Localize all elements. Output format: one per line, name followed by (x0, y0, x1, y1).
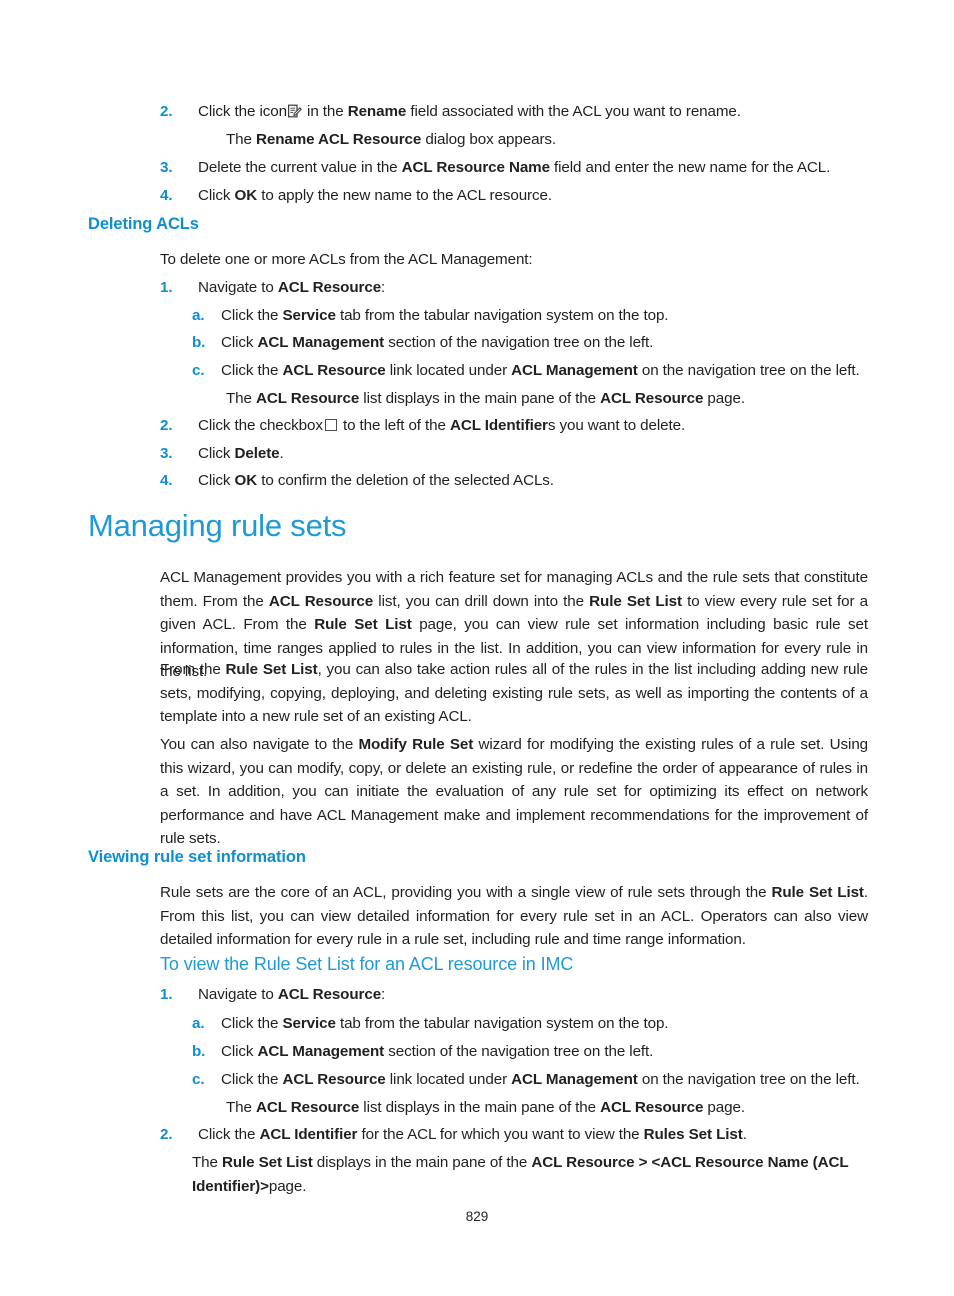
list-item-text: Click the ACL Resource link located unde… (221, 362, 860, 379)
paragraph-modify-wizard: You can also navigate to the Modify Rule… (160, 736, 869, 847)
list-marker: a. (192, 307, 205, 324)
page-title-managing-rule-sets: Managing rule sets (88, 508, 347, 543)
list-item: 4. Click OK to apply the new name to the… (160, 184, 868, 208)
list-item-text: Click the icon in the Rename field assoc… (198, 100, 741, 124)
list-item-text: Click the Service tab from the tabular n… (221, 1015, 669, 1032)
list-marker: 2. (160, 103, 173, 120)
ui-ref-acl-resource: ACL Resource (277, 279, 382, 296)
ui-ref-acl-resource: ACL Resource (277, 986, 382, 1003)
list-marker: 2. (160, 417, 173, 434)
ui-ref-acl-identifier: ACL Identifier (449, 417, 548, 434)
list-marker: 4. (160, 472, 173, 489)
edit-rename-icon (287, 103, 302, 118)
ui-ref-ok-button: OK (234, 472, 258, 489)
step-text-mid: in the (302, 103, 348, 120)
list-item: a. Click the Service tab from the tabula… (192, 304, 868, 328)
ui-ref-rule-set-list: Rule Set List (314, 616, 412, 633)
ui-ref-rule-set-list: Rule Set List (222, 1154, 313, 1171)
list-item: c. Click the ACL Resource link located u… (192, 1068, 868, 1092)
paragraph-actions: From the Rule Set List, you can also tak… (160, 661, 868, 725)
list-marker: 3. (160, 445, 173, 462)
ui-ref-acl-management: ACL Management (511, 362, 638, 379)
subsection-heading-view-rule-set-list: To view the Rule Set List for an ACL res… (160, 954, 574, 974)
ui-ref-rule-set-list: Rule Set List (225, 661, 318, 678)
list-item: 2. Click the ACL Identifier for the ACL … (160, 1123, 868, 1147)
ui-ref-rule-set-list: Rule Set List (771, 884, 864, 901)
list-item-text: Click OK to apply the new name to the AC… (198, 187, 552, 204)
ui-ref-service-tab: Service (282, 1015, 336, 1032)
ui-ref-rules-set-list: Rules Set List (643, 1126, 743, 1143)
ui-ref-rename-dialog: Rename ACL Resource (256, 131, 422, 148)
list-marker: 1. (160, 279, 173, 296)
list-item-text: Click the ACL Resource link located unde… (221, 1071, 860, 1088)
list-item: 2. Click the checkbox to the left of the… (160, 414, 868, 438)
step-result-text: The Rule Set List displays in the main p… (192, 1154, 849, 1195)
list-item-text: Click OK to confirm the deletion of the … (198, 472, 554, 489)
ui-ref-acl-resource: ACL Resource (268, 592, 374, 610)
ui-ref-acl-resource-name: ACL Resource Name (401, 159, 550, 176)
step-result-text: The ACL Resource list displays in the ma… (226, 1099, 745, 1116)
ui-ref-service-tab: Service (282, 307, 336, 324)
section-heading-deleting-acls: Deleting ACLs (88, 215, 199, 233)
ui-ref-acl-resource-page: ACL Resource (600, 390, 704, 407)
list-item: c. Click the ACL Resource link located u… (192, 359, 868, 383)
page-number: 829 (465, 1209, 489, 1224)
list-item-text: Click the checkbox to the left of the AC… (198, 417, 686, 434)
list-marker: b. (192, 1043, 206, 1060)
ui-ref-acl-management: ACL Management (257, 1043, 385, 1060)
ui-ref-acl-resource: ACL Resource (256, 390, 360, 407)
list-item-text: Delete the current value in the ACL Reso… (198, 159, 831, 176)
step-result-text: The ACL Resource list displays in the ma… (226, 390, 745, 407)
list-item: 4. Click OK to confirm the deletion of t… (160, 469, 868, 493)
list-marker: 1. (160, 986, 173, 1003)
ui-ref-acl-resource-link: ACL Resource (282, 1071, 386, 1088)
ui-ref-acl-identifier: ACL Identifier (259, 1126, 358, 1143)
list-item-text: Click ACL Management section of the navi… (221, 334, 654, 351)
list-item: 3. Click Delete. (160, 442, 868, 466)
ui-ref-acl-resource-link: ACL Resource (282, 362, 386, 379)
ui-ref-delete-button: Delete (234, 445, 280, 462)
list-item-text: Click the ACL Identifier for the ACL for… (198, 1126, 747, 1143)
list-marker: c. (192, 362, 205, 379)
step-text-before-icon: Click the icon (198, 103, 287, 120)
list-item: 1. Navigate to ACL Resource: (160, 276, 868, 300)
list-item: b. Click ACL Management section of the n… (192, 1040, 868, 1064)
list-marker: 3. (160, 159, 173, 176)
list-item-text: Navigate to ACL Resource: (198, 986, 386, 1003)
list-item: b. Click ACL Management section of the n… (192, 331, 868, 355)
list-item-text: Navigate to ACL Resource: (198, 279, 386, 296)
ui-ref-rule-set-list: Rule Set List (589, 592, 682, 610)
list-item-text: Click Delete. (198, 445, 284, 462)
ui-ref-rename-field: Rename (347, 103, 407, 120)
ui-ref-ok-button: OK (234, 187, 258, 204)
list-marker: 4. (160, 187, 173, 204)
checkbox-icon (324, 419, 337, 431)
list-item-text: Click the Service tab from the tabular n… (221, 307, 669, 324)
ui-ref-acl-management: ACL Management (257, 334, 385, 351)
section-intro-text: To delete one or more ACLs from the ACL … (160, 251, 533, 268)
list-item: 1. Navigate to ACL Resource: (160, 983, 868, 1007)
paragraph-rule-sets-core: Rule sets are the core of an ACL, provid… (160, 884, 869, 948)
step-text-tail: field associated with the ACL you want t… (406, 103, 741, 120)
step-result-text: The Rename ACL Resource dialog box appea… (226, 131, 557, 148)
list-marker: c. (192, 1071, 205, 1088)
ui-ref-acl-management: ACL Management (511, 1071, 638, 1088)
list-item: 2. Click the icon in the Rename field as… (160, 100, 868, 124)
document-page: 2. Click the icon in the Rename field as… (0, 0, 954, 1296)
list-item: 3. Delete the current value in the ACL R… (160, 156, 868, 180)
list-marker: a. (192, 1015, 205, 1032)
ui-ref-modify-rule-set: Modify Rule Set (358, 736, 474, 753)
ui-ref-acl-resource: ACL Resource (256, 1099, 360, 1116)
list-marker: 2. (160, 1126, 173, 1143)
list-item: a. Click the Service tab from the tabula… (192, 1012, 868, 1036)
ui-ref-acl-resource-page: ACL Resource (600, 1099, 704, 1116)
list-item-text: Click ACL Management section of the navi… (221, 1043, 654, 1060)
section-heading-viewing-rule-set-information: Viewing rule set information (88, 848, 306, 866)
list-marker: b. (192, 334, 206, 351)
